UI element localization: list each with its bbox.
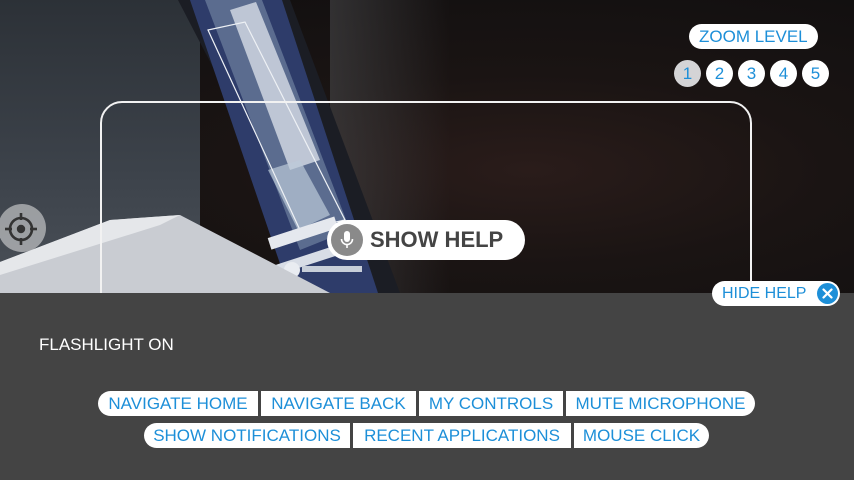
zoom-level-label: ZOOM LEVEL [689,24,818,49]
screen: ZOOM LEVEL 1 2 3 4 5 SHOW HELP HIDE HELP [0,0,854,480]
navigate-back-button[interactable]: NAVIGATE BACK [261,391,416,416]
navigate-home-button[interactable]: NAVIGATE HOME [98,391,258,416]
command-panel [0,293,854,480]
zoom-level-1-button[interactable]: 1 [674,60,701,87]
my-controls-button[interactable]: MY CONTROLS [419,391,563,416]
zoom-level-4-button[interactable]: 4 [770,60,797,87]
zoom-level-3-button[interactable]: 3 [738,60,765,87]
show-help-label: SHOW HELP [370,227,504,252]
zoom-level-5-button[interactable]: 5 [802,60,829,87]
crosshair-button[interactable] [0,204,46,252]
microphone-badge [331,224,363,256]
show-notifications-button[interactable]: SHOW NOTIFICATIONS [144,423,350,448]
zoom-level-2-button[interactable]: 2 [706,60,733,87]
hide-help-label: HIDE HELP [722,285,807,302]
hide-help-button[interactable]: HIDE HELP [712,281,840,306]
mouse-click-button[interactable]: MOUSE CLICK [574,423,709,448]
microphone-icon [340,231,354,248]
recent-applications-button[interactable]: RECENT APPLICATIONS [353,423,571,448]
show-help-button[interactable]: SHOW HELP [327,220,525,260]
flashlight-status: FLASHLIGHT ON [39,335,174,354]
crosshair-icon [5,213,37,245]
close-icon [817,283,838,304]
mute-microphone-button[interactable]: MUTE MICROPHONE [566,391,755,416]
